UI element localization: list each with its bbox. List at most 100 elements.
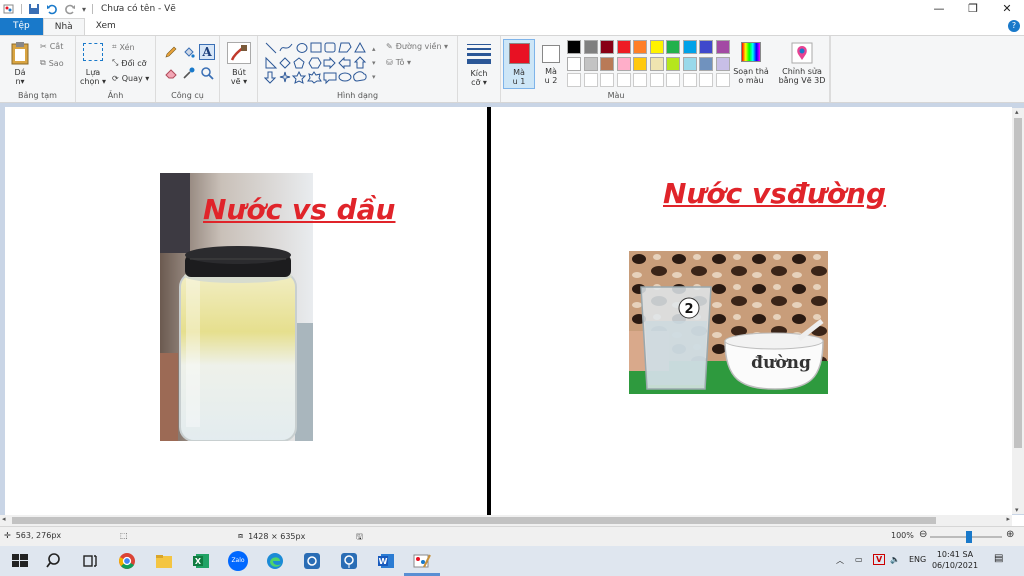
cut-button[interactable]: ✂ Cắt xyxy=(40,42,63,51)
brush-icon[interactable] xyxy=(227,42,251,64)
palette-swatch[interactable] xyxy=(715,73,730,87)
paste-icon[interactable] xyxy=(10,41,30,65)
task-view-icon[interactable] xyxy=(80,551,100,571)
palette-swatch[interactable] xyxy=(682,56,697,71)
customize-qa-icon[interactable]: ▾ xyxy=(82,5,86,14)
edit-paint3d-button[interactable]: Chỉnh sửa bằng Vẽ 3D xyxy=(776,39,828,89)
resize-button[interactable]: ⤡ Đổi cỡ xyxy=(112,58,147,68)
tab-view[interactable]: Xem xyxy=(85,18,127,35)
shapes-gallery[interactable] xyxy=(264,41,382,87)
scroll-left-icon[interactable]: ◂ xyxy=(2,515,6,523)
edit-colors-button[interactable]: Soạn thả o màu xyxy=(731,39,771,89)
vertical-scrollbar[interactable]: ▴ ▾ xyxy=(1012,108,1024,514)
shapes-scroll[interactable]: ▴ ▾ ▾ xyxy=(372,42,376,84)
chrome-icon[interactable] xyxy=(117,551,137,571)
palette-swatch[interactable] xyxy=(666,73,680,87)
brushes-button[interactable]: Bút vẽ ▾ xyxy=(224,68,254,86)
excel-icon[interactable]: X xyxy=(191,551,211,571)
palette-swatch[interactable] xyxy=(616,40,631,54)
paste-button[interactable]: Dá n▾ xyxy=(8,68,32,86)
magnifier-icon[interactable] xyxy=(200,66,214,80)
select-icon[interactable] xyxy=(83,43,103,61)
edge-icon[interactable] xyxy=(265,551,285,571)
palette-swatch[interactable] xyxy=(567,73,581,87)
outline-button[interactable]: ✎ Đường viền ▾ xyxy=(386,42,448,51)
palette-swatch[interactable] xyxy=(583,73,598,87)
palette-swatch[interactable] xyxy=(633,73,647,87)
palette-swatch[interactable] xyxy=(583,56,598,71)
paint-taskbar-icon[interactable] xyxy=(412,551,432,571)
unikey-icon[interactable]: V xyxy=(873,554,886,565)
tab-home[interactable]: Nhà xyxy=(42,18,85,35)
help-icon[interactable]: ? xyxy=(1008,20,1020,32)
palette-swatch[interactable] xyxy=(649,56,664,71)
pencil-icon[interactable] xyxy=(164,45,178,59)
undo-icon[interactable] xyxy=(46,3,58,15)
word-icon[interactable]: W xyxy=(376,551,396,571)
file-explorer-icon[interactable] xyxy=(154,551,174,571)
palette-swatch[interactable] xyxy=(666,40,680,54)
image-size-icon: ⧈ xyxy=(238,531,244,540)
color-picker-icon[interactable] xyxy=(182,66,196,80)
palette-swatch[interactable] xyxy=(666,56,680,71)
palette-swatch[interactable] xyxy=(633,56,647,71)
palette-swatch[interactable] xyxy=(699,56,713,71)
text-icon[interactable]: A xyxy=(199,44,215,60)
zoom-slider-thumb[interactable] xyxy=(966,531,972,543)
search-icon[interactable] xyxy=(45,551,65,571)
palette-swatch[interactable] xyxy=(682,73,697,87)
notifications-icon[interactable]: ▤ xyxy=(994,553,1003,564)
palette-swatch[interactable] xyxy=(649,73,664,87)
app-icon-2[interactable] xyxy=(339,551,359,571)
scroll-right-icon[interactable]: ▸ xyxy=(1006,515,1010,523)
clock[interactable]: 10:41 SA 06/10/2021 xyxy=(930,549,980,571)
language-indicator[interactable]: ENG xyxy=(909,555,926,564)
color2-button[interactable]: Mà u 2 xyxy=(537,39,567,89)
vertical-scroll-thumb[interactable] xyxy=(1014,118,1022,448)
fill-icon[interactable] xyxy=(182,45,196,59)
rotate-button[interactable]: ⟳ Quay ▾ xyxy=(112,74,149,83)
drawing-canvas[interactable]: 2 đường Nước vs dầu Nước vsđường xyxy=(5,107,1012,517)
palette-swatch[interactable] xyxy=(600,40,614,54)
zalo-icon[interactable]: Zalo xyxy=(228,551,248,571)
tray-chevron-icon[interactable]: ︿ xyxy=(836,555,844,566)
palette-swatch[interactable] xyxy=(633,40,647,54)
zoom-in-icon[interactable]: ⊕ xyxy=(1006,529,1014,540)
title-bar: ▾ Chưa có tên - Vẽ — ❐ ✕ xyxy=(0,0,1024,18)
palette-swatch[interactable] xyxy=(616,56,631,71)
eraser-icon[interactable] xyxy=(164,66,178,80)
save-icon[interactable] xyxy=(28,3,40,15)
palette-swatch[interactable] xyxy=(567,40,581,54)
battery-icon[interactable]: ▭ xyxy=(855,555,863,564)
horizontal-scrollbar[interactable]: ◂ ▸ xyxy=(0,515,1012,526)
volume-icon[interactable]: 🔈 xyxy=(890,555,900,564)
fill-button[interactable]: ⛁ Tô ▾ xyxy=(386,58,411,67)
app-icon-1[interactable] xyxy=(302,551,322,571)
palette-swatch[interactable] xyxy=(567,56,581,71)
palette-swatch[interactable] xyxy=(682,40,697,54)
minimize-button[interactable]: — xyxy=(922,0,956,18)
scroll-up-icon[interactable]: ▴ xyxy=(1015,108,1019,116)
size-button[interactable]: Kích cỡ ▾ xyxy=(462,41,496,91)
close-button[interactable]: ✕ xyxy=(990,0,1024,18)
palette-swatch[interactable] xyxy=(699,73,713,87)
select-button[interactable]: Lựa chọn ▾ xyxy=(78,68,108,86)
crop-button[interactable]: ⌗ Xén xyxy=(112,42,135,52)
palette-swatch[interactable] xyxy=(583,40,598,54)
palette-swatch[interactable] xyxy=(600,56,614,71)
maximize-button[interactable]: ❐ xyxy=(956,0,990,18)
redo-icon[interactable] xyxy=(64,3,76,15)
scroll-down-icon[interactable]: ▾ xyxy=(1015,506,1019,514)
copy-button[interactable]: ⧉ Sao xyxy=(40,58,64,68)
palette-swatch[interactable] xyxy=(699,40,713,54)
horizontal-scroll-thumb[interactable] xyxy=(12,517,936,524)
palette-swatch[interactable] xyxy=(715,56,730,71)
palette-swatch[interactable] xyxy=(600,73,614,87)
zoom-out-icon[interactable]: ⊖ xyxy=(919,529,927,540)
windows-start-icon[interactable] xyxy=(10,551,30,571)
tab-file[interactable]: Tệp xyxy=(0,18,43,35)
color1-button[interactable]: Mà u 1 xyxy=(503,39,535,89)
palette-swatch[interactable] xyxy=(616,73,631,87)
palette-swatch[interactable] xyxy=(715,40,730,54)
palette-swatch[interactable] xyxy=(649,40,664,54)
